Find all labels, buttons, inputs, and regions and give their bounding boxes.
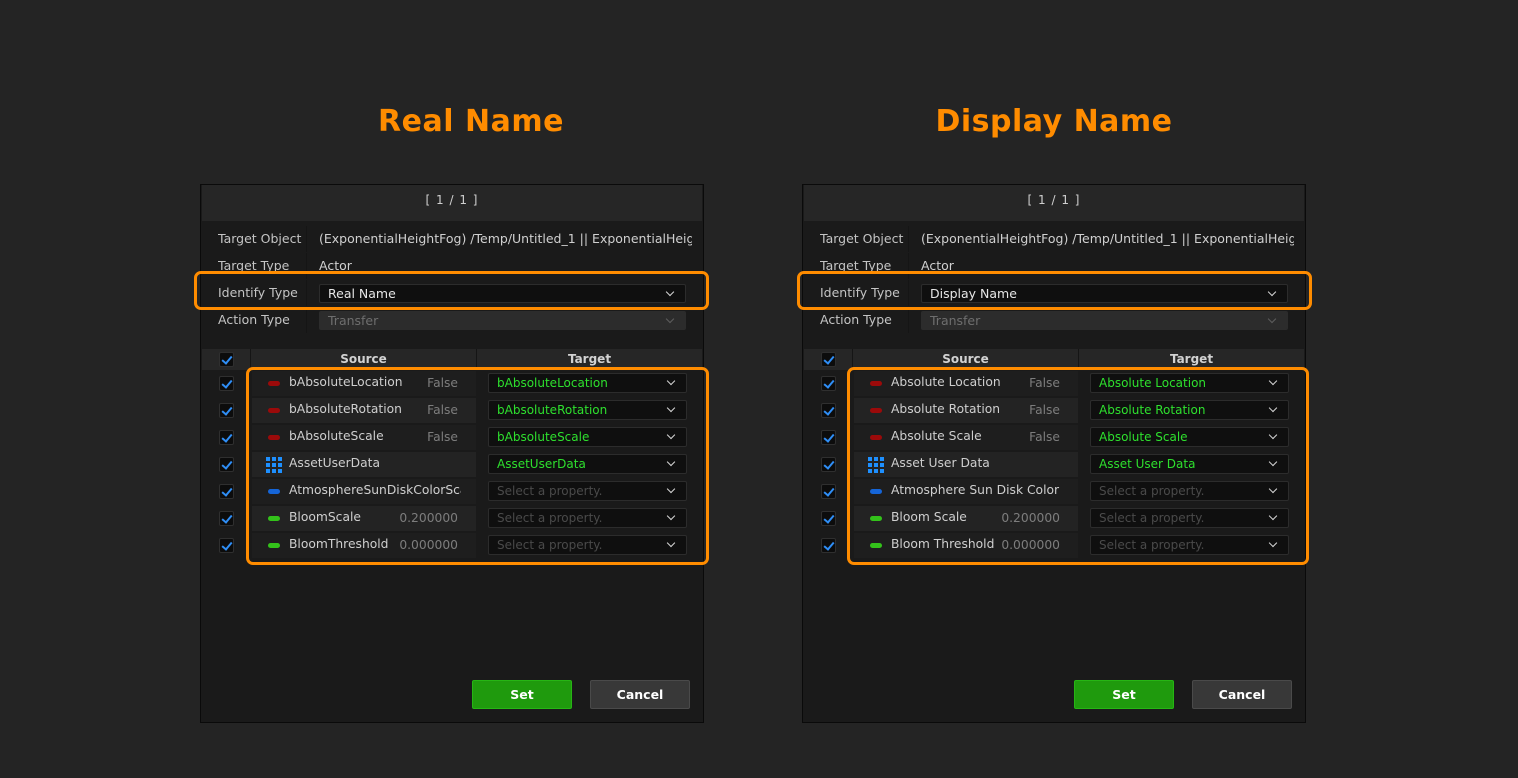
identify-type-highlight-right — [797, 271, 1312, 310]
action-type-value: Transfer — [930, 313, 981, 328]
row-checkbox[interactable] — [219, 403, 234, 418]
set-button[interactable]: Set — [472, 680, 572, 709]
row-checkbox[interactable] — [219, 511, 234, 526]
row-checkbox[interactable] — [219, 538, 234, 553]
action-type-dropdown: Transfer — [319, 311, 686, 330]
cancel-button[interactable]: Cancel — [590, 680, 690, 709]
row-checkbox[interactable] — [821, 484, 836, 499]
row-checkbox[interactable] — [821, 457, 836, 472]
set-button[interactable]: Set — [1074, 680, 1174, 709]
select-all-checkbox[interactable] — [821, 352, 836, 367]
target-object-label: Target Object — [218, 231, 302, 246]
target-object-label: Target Object — [820, 231, 904, 246]
action-type-label: Action Type — [218, 312, 290, 327]
row-checkbox[interactable] — [821, 430, 836, 445]
row-checkbox[interactable] — [821, 403, 836, 418]
chevron-down-icon — [1267, 314, 1277, 324]
action-type-dropdown: Transfer — [921, 311, 1288, 330]
page-counter: [ 1 / 1 ] — [202, 185, 702, 221]
target-object-row: Target Object (ExponentialHeightFog) /Te… — [202, 226, 702, 252]
heading-real-name: Real Name — [378, 104, 564, 139]
row-checkbox[interactable] — [219, 484, 234, 499]
target-object-row: Target Object (ExponentialHeightFog) /Te… — [804, 226, 1304, 252]
row-checkbox[interactable] — [219, 376, 234, 391]
target-object-value: (ExponentialHeightFog) /Temp/Untitled_1 … — [319, 231, 692, 246]
row-checkbox[interactable] — [821, 511, 836, 526]
action-type-label: Action Type — [820, 312, 892, 327]
row-checkbox[interactable] — [219, 430, 234, 445]
identify-type-highlight-left — [194, 271, 709, 310]
page-counter: [ 1 / 1 ] — [804, 185, 1304, 221]
cancel-button[interactable]: Cancel — [1192, 680, 1292, 709]
select-all-checkbox[interactable] — [219, 352, 234, 367]
chevron-down-icon — [665, 314, 675, 324]
heading-display-name: Display Name — [935, 104, 1173, 139]
row-checkbox[interactable] — [821, 538, 836, 553]
action-type-row: Action Type Transfer — [804, 307, 1304, 333]
rows-highlight-right — [847, 367, 1309, 565]
row-checkbox[interactable] — [821, 376, 836, 391]
rows-highlight-left — [246, 367, 709, 565]
row-checkbox[interactable] — [219, 457, 234, 472]
action-type-value: Transfer — [328, 313, 379, 328]
target-object-value: (ExponentialHeightFog) /Temp/Untitled_1 … — [921, 231, 1294, 246]
action-type-row: Action Type Transfer — [202, 307, 702, 333]
